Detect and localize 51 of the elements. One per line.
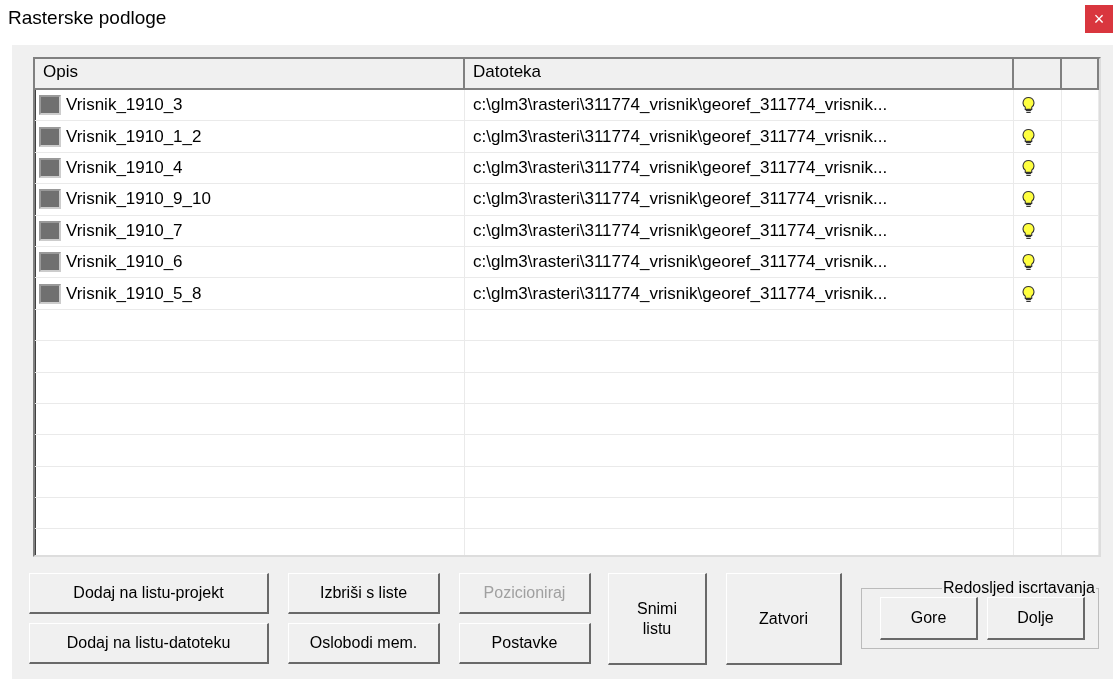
lightbulb-icon[interactable] — [1022, 284, 1035, 303]
action-button[interactable]: Izbriši s liste — [288, 573, 440, 614]
empty-cell — [1062, 341, 1099, 373]
empty-cell — [1062, 498, 1099, 530]
table-cell: c:\glm3\rasteri\311774_vrisnik\georef_311774_vrisnik... — [473, 157, 888, 178]
table-cell: Vrisnik_1910_9_10 — [66, 189, 211, 210]
table-cell: c:\glm3\rasteri\311774_vrisnik\georef_311774_vrisnik... — [473, 283, 888, 304]
empty-cell — [1062, 403, 1099, 436]
save-list-button[interactable]: Snimi listu — [608, 573, 707, 665]
action-button[interactable]: Postavke — [459, 623, 591, 664]
raster-swatch-icon — [39, 157, 61, 178]
table-cell: Vrisnik_1910_6 — [66, 252, 183, 273]
lightbulb-icon[interactable] — [1022, 127, 1035, 146]
table-cell: c:\glm3\rasteri\311774_vrisnik\georef_311774_vrisnik... — [473, 95, 888, 116]
empty-cell — [1062, 435, 1099, 467]
raster-swatch-icon — [39, 283, 61, 304]
order-button[interactable]: Dolje — [987, 597, 1085, 640]
lightbulb-icon[interactable] — [1022, 96, 1035, 115]
table-cell: c:\glm3\rasteri\311774_vrisnik\georef_311774_vrisnik... — [473, 220, 888, 241]
column-header[interactable] — [1014, 59, 1062, 90]
lightbulb-icon[interactable] — [1022, 253, 1035, 272]
raster-swatch-icon — [39, 189, 61, 210]
column-header[interactable]: Datoteka — [465, 59, 1014, 90]
table-cell: Vrisnik_1910_7 — [66, 220, 183, 241]
action-button[interactable]: Oslobodi mem. — [288, 623, 440, 664]
window-title: Rasterske podloge — [8, 7, 167, 29]
close-button[interactable]: × — [1085, 5, 1113, 33]
group-title: Redosljed iscrtavanja — [941, 579, 1096, 597]
table-cell: Vrisnik_1910_1_2 — [66, 126, 202, 147]
order-button[interactable]: Gore — [880, 597, 978, 640]
lightbulb-icon[interactable] — [1022, 158, 1035, 177]
close-dialog-button[interactable]: Zatvori — [726, 573, 842, 665]
table-cell: c:\glm3\rasteri\311774_vrisnik\georef_311774_vrisnik... — [473, 252, 888, 273]
table-cell: Vrisnik_1910_3 — [66, 95, 183, 116]
raster-swatch-icon — [39, 126, 61, 147]
table-cell: Vrisnik_1910_4 — [66, 157, 183, 178]
empty-cell — [1062, 309, 1099, 342]
table-cell: Vrisnik_1910_5_8 — [66, 283, 202, 304]
lightbulb-icon[interactable] — [1022, 221, 1035, 240]
table-cell: c:\glm3\rasteri\311774_vrisnik\georef_311774_vrisnik... — [473, 126, 888, 147]
lightbulb-icon[interactable] — [1022, 190, 1035, 209]
column-header[interactable]: Opis — [35, 59, 465, 90]
column-header[interactable] — [1062, 59, 1099, 90]
table-cell: c:\glm3\rasteri\311774_vrisnik\georef_311774_vrisnik... — [473, 189, 888, 210]
empty-cell — [1062, 466, 1099, 499]
raster-swatch-icon — [39, 252, 61, 273]
raster-swatch-icon — [39, 95, 61, 116]
raster-swatch-icon — [39, 220, 61, 241]
action-button[interactable]: Dodaj na listu-projekt — [29, 573, 269, 614]
action-button[interactable]: Dodaj na listu-datoteku — [29, 623, 269, 664]
empty-cell — [1062, 372, 1099, 404]
